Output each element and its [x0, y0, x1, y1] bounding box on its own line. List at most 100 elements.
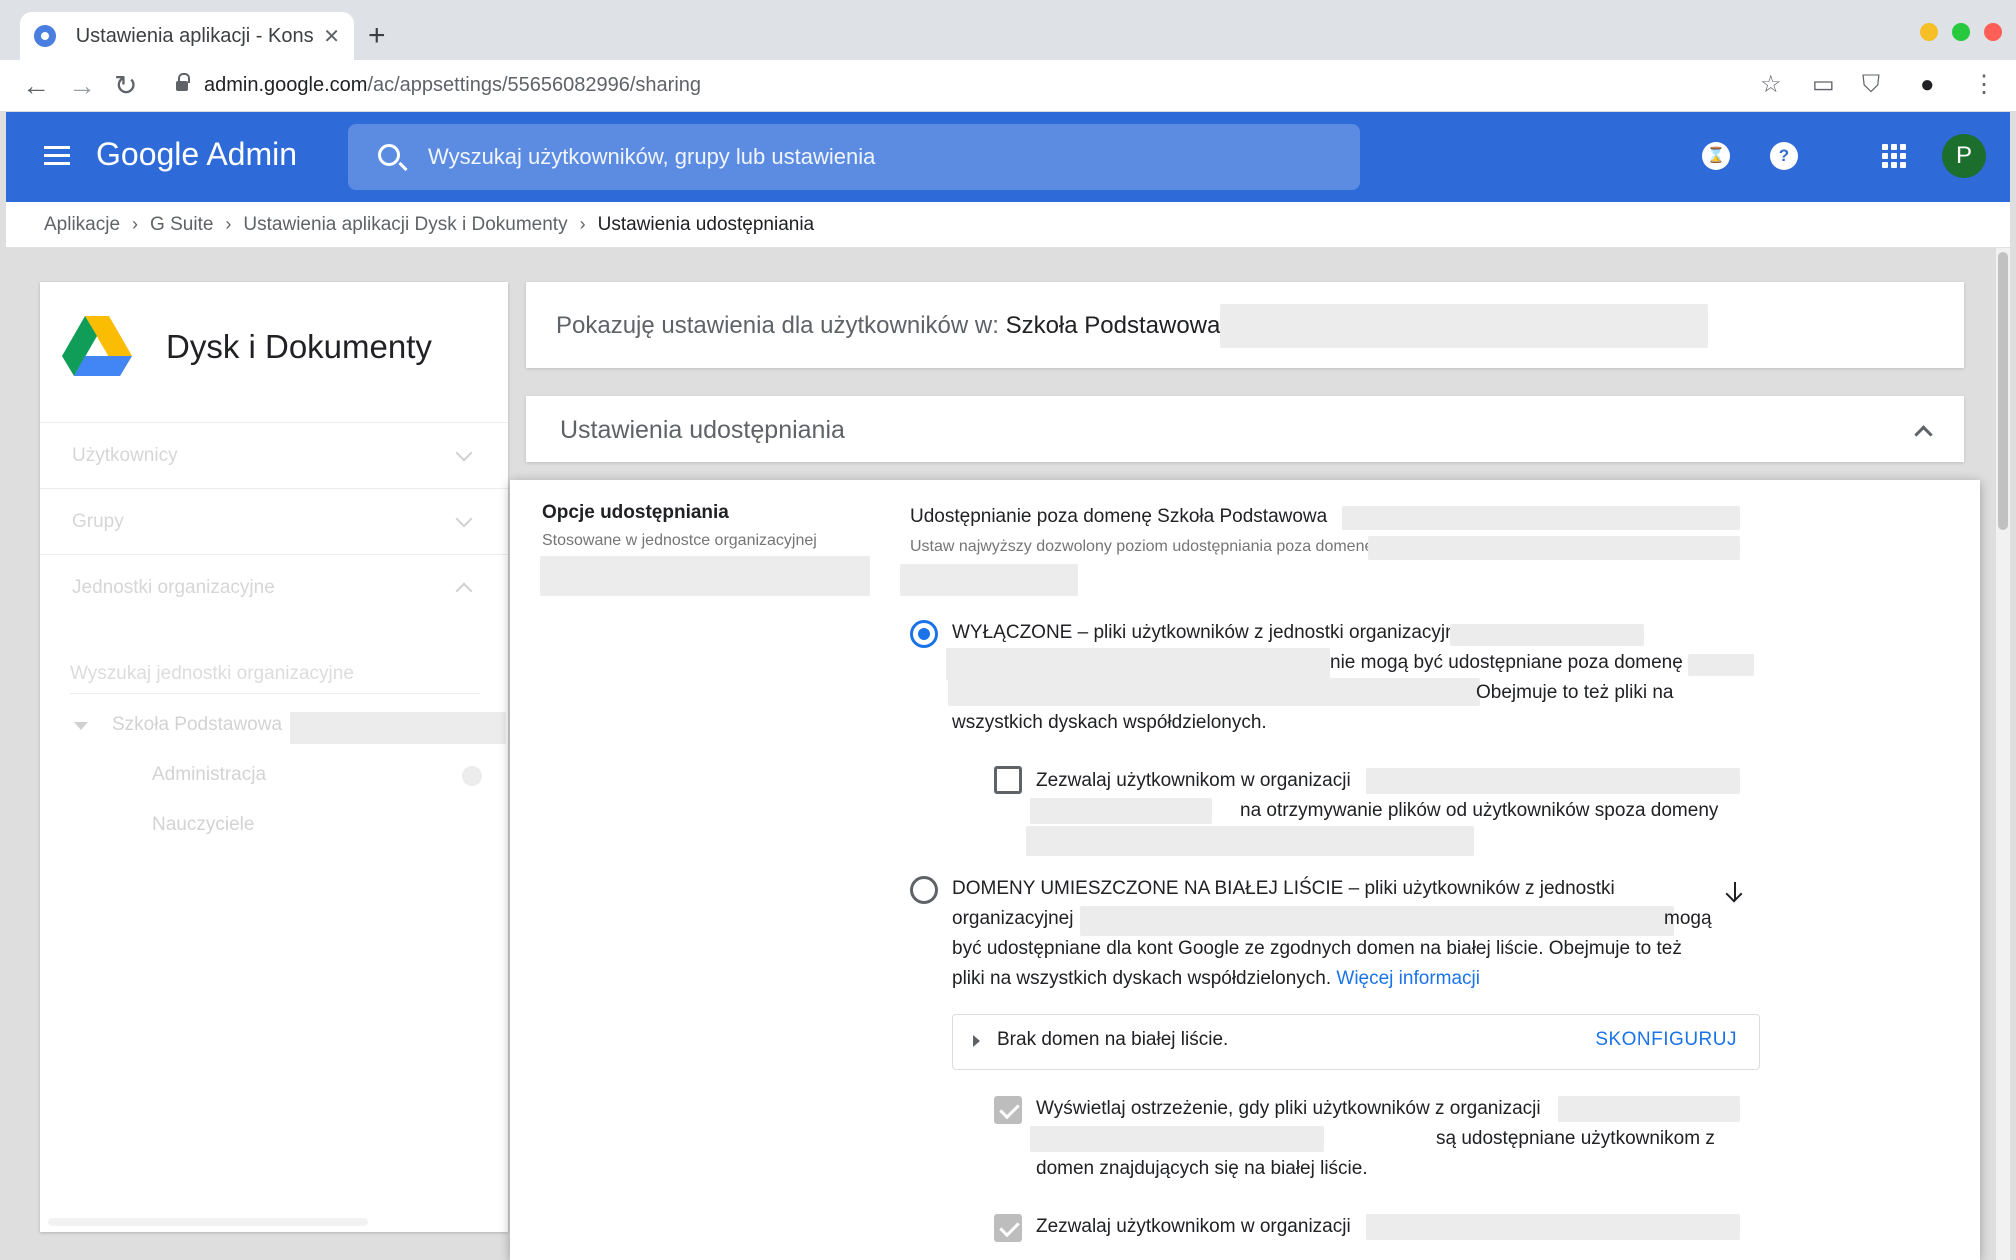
breadcrumb-apps[interactable]: Aplikacje — [44, 214, 120, 236]
browser-tab[interactable]: Ustawienia aplikacji - Kons ✕ — [20, 12, 354, 60]
whitelist-line-3: być udostępniane dla kont Google ze zgod… — [952, 938, 1682, 959]
more-info-link[interactable]: Więcej informacji — [1336, 968, 1480, 989]
chevron-up-icon — [455, 582, 473, 600]
org-unit-bar: Pokazuję ustawienia dla użytkowników w: … — [526, 282, 1964, 368]
allow-whitelist-checkbox[interactable] — [994, 1214, 1022, 1242]
search-box[interactable] — [348, 124, 1360, 190]
new-tab-button[interactable]: + — [368, 18, 386, 54]
more-vert-icon[interactable]: ⋮ — [1972, 70, 1996, 100]
breadcrumb-separator-icon: › — [132, 214, 139, 234]
help-icon[interactable]: ? — [1770, 142, 1798, 170]
lock-icon[interactable] — [176, 73, 190, 93]
warn-whitelist-line-2: są udostępniane użytkownikom z — [1436, 1128, 1715, 1149]
forward-arrow-icon[interactable]: → — [68, 68, 96, 104]
redacted-text — [946, 648, 1330, 680]
section-title: Ustawienia udostępniania — [560, 416, 845, 444]
breadcrumb-separator-icon: › — [579, 214, 586, 234]
apps-grid-icon[interactable] — [1882, 144, 1906, 168]
app-title: Dysk i Dokumenty — [166, 328, 432, 365]
search-input[interactable] — [428, 124, 1328, 190]
expand-arrow-icon[interactable] — [973, 1035, 980, 1047]
chevron-down-icon — [455, 510, 473, 528]
admin-header: Google Admin ⌛ ? P — [6, 112, 2010, 202]
whitelist-line-2a: organizacyjnej — [952, 908, 1074, 929]
sidebar-item-users[interactable]: Użytkownicy — [40, 422, 508, 488]
redacted-text — [1366, 1214, 1740, 1240]
chevron-down-icon — [455, 444, 473, 462]
redacted-text — [1368, 536, 1740, 560]
redacted-text — [1558, 1096, 1740, 1122]
google-drive-logo-icon — [62, 316, 132, 376]
sharing-off-radio[interactable] — [910, 620, 938, 648]
options-subtitle: Stosowane w jednostce organizacyjnej — [542, 532, 817, 549]
sharing-options-panel: Opcje udostępniania Stosowane w jednostc… — [510, 480, 1980, 1260]
whitelist-empty-text: Brak domen na białej liście. — [997, 1029, 1229, 1050]
tree-item-teachers[interactable]: Nauczyciele — [152, 814, 254, 836]
redacted-text — [1026, 826, 1474, 856]
scrollbar-thumb[interactable] — [1998, 252, 2008, 530]
sharing-off-line-1: WYŁĄCZONE – pliki użytkowników z jednost… — [952, 622, 1471, 643]
redacted-text — [1342, 506, 1740, 530]
sidebar-item-groups[interactable]: Grupy — [40, 488, 508, 554]
whitelist-domains-box[interactable]: Brak domen na białej liście. SKONFIGURUJ — [952, 1014, 1760, 1070]
redacted-text — [1220, 304, 1708, 348]
section-header[interactable]: Ustawienia udostępniania — [526, 396, 1964, 462]
redacted-text — [1030, 798, 1212, 824]
redacted-text — [1366, 768, 1740, 794]
ou-search-input[interactable] — [70, 654, 480, 694]
redacted-text — [290, 712, 506, 744]
options-title: Opcje udostępniania — [542, 502, 729, 523]
page-scrollbar[interactable] — [1996, 248, 2010, 1260]
window-maximize-button[interactable] — [1952, 23, 1970, 41]
google-admin-logo[interactable]: Google Admin — [96, 136, 297, 173]
redacted-text — [540, 556, 870, 596]
shield-extension-icon[interactable]: ⛉ — [1862, 70, 1880, 100]
redacted-text — [1450, 624, 1644, 646]
search-icon — [378, 144, 400, 166]
outside-sharing-subtitle: Ustaw najwyższy dozwolony poziom udostęp… — [910, 538, 1389, 555]
configure-button[interactable]: SKONFIGURUJ — [1595, 1029, 1737, 1051]
breadcrumb-gsuite[interactable]: G Suite — [150, 214, 213, 236]
app-sidebar-card: Dysk i Dokumenty Użytkownicy Grupy Jedno… — [40, 282, 508, 1232]
receive-external-files-checkbox[interactable] — [994, 766, 1022, 794]
sharing-off-line-4: wszystkich dyskach współdzielonych. — [952, 712, 1267, 733]
chevron-up-icon[interactable] — [1914, 425, 1933, 444]
breadcrumb-drive-settings[interactable]: Ustawienia aplikacji Dysk i Dokumenty — [243, 214, 567, 236]
avatar[interactable]: P — [1942, 134, 1986, 178]
tree-item-admin[interactable]: Administracja — [152, 764, 266, 786]
sharing-whitelist-radio[interactable] — [910, 876, 938, 904]
redacted-text — [1688, 654, 1754, 676]
whitelist-line-1: DOMENY UMIESZCZONE NA BIAŁEJ LIŚCIE – pl… — [952, 878, 1615, 899]
browser-toolbar: ← → ↻ admin.google.com/ac/appsettings/55… — [0, 60, 2016, 112]
receive-external-line-2: na otrzymywanie plików od użytkowników s… — [1240, 800, 1719, 821]
window-close-button[interactable] — [1984, 23, 2002, 41]
whitelist-line-2b: mogą — [1664, 908, 1712, 929]
redacted-text — [1080, 906, 1674, 936]
warn-whitelist-line-1: Wyświetlaj ostrzeżenie, gdy pliki użytko… — [1036, 1098, 1541, 1119]
whitelist-line-4: pliki na wszystkich dyskach współdzielon… — [952, 968, 1480, 989]
menu-icon[interactable] — [44, 146, 70, 166]
tab-close-icon[interactable]: ✕ — [323, 24, 340, 49]
horizontal-scrollbar[interactable] — [48, 1218, 368, 1226]
star-icon[interactable]: ☆ — [1760, 70, 1782, 100]
reload-icon[interactable]: ↻ — [114, 68, 137, 104]
arrow-down-icon — [1734, 882, 1736, 900]
tree-item-root[interactable]: Szkoła Podstawowa — [112, 714, 282, 736]
breadcrumb-separator-icon: › — [225, 214, 232, 234]
allow-whitelist-line-1: Zezwalaj użytkownikom w organizacji — [1036, 1216, 1351, 1237]
org-unit-label: Pokazuję ustawienia dla użytkowników w: … — [556, 312, 1221, 339]
warn-whitelist-checkbox[interactable] — [994, 1096, 1022, 1124]
hourglass-icon[interactable]: ⌛ — [1702, 142, 1730, 170]
tree-expand-icon[interactable] — [74, 722, 88, 730]
account-icon[interactable]: ● — [1920, 70, 1935, 100]
outside-sharing-title: Udostępnianie poza domenę Szkoła Podstaw… — [910, 506, 1328, 527]
sidebar-item-org-units[interactable]: Jednostki organizacyjne — [40, 554, 508, 620]
redacted-text — [948, 678, 1480, 706]
window-minimize-button[interactable] — [1920, 23, 1938, 41]
back-arrow-icon[interactable]: ← — [22, 68, 50, 104]
address-bar[interactable]: admin.google.com/ac/appsettings/55656082… — [204, 74, 701, 97]
breadcrumb: Aplikacje › G Suite › Ustawienia aplikac… — [6, 202, 2010, 248]
warn-whitelist-line-3: domen znajdujących się na białej liście. — [1036, 1158, 1368, 1179]
breadcrumb-current: Ustawienia udostępniania — [597, 213, 815, 235]
cast-icon[interactable]: ▭ — [1812, 70, 1835, 100]
